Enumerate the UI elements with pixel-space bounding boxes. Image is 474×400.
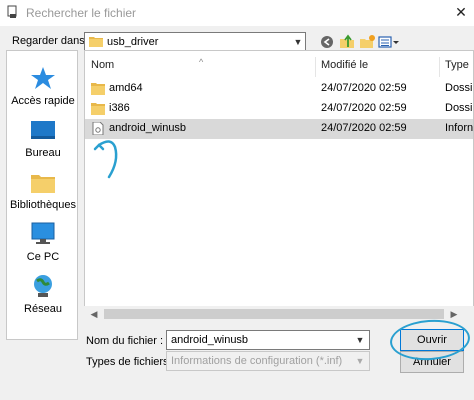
file-name: amd64 — [109, 82, 143, 94]
close-icon[interactable]: ✕ — [452, 3, 470, 21]
view-menu-icon[interactable] — [377, 32, 401, 52]
place-label: Bureau — [25, 147, 61, 159]
place-label: Bibliothèques — [9, 199, 77, 211]
table-row-selected[interactable]: android_winusb 24/07/2020 02:59 Inforn — [85, 119, 474, 139]
file-modified: 24/07/2020 02:59 — [321, 122, 407, 134]
up-folder-icon[interactable] — [338, 32, 356, 52]
column-header-label: Nom — [91, 59, 115, 71]
look-in-label: Regarder dans : — [12, 35, 91, 47]
file-name-label: Nom du fichier : — [86, 335, 164, 347]
look-in-value: usb_driver — [107, 36, 159, 48]
hand-drawn-arrow-annotation — [93, 140, 118, 179]
file-type: Inforn — [445, 122, 474, 134]
table-row[interactable]: i386 24/07/2020 02:59 Dossi — [85, 99, 473, 119]
column-separator[interactable] — [439, 57, 440, 77]
places-bar: Accès rapide Bureau Bibliothèques Ce PC … — [6, 50, 78, 340]
place-libraries[interactable]: Bibliothèques — [7, 167, 79, 219]
horizontal-scrollbar[interactable]: ◀ ▶ — [84, 306, 474, 322]
look-in-dropdown[interactable]: usb_driver ▼ — [84, 32, 306, 52]
place-network[interactable]: Réseau — [7, 271, 79, 323]
place-this-pc[interactable]: Ce PC — [7, 219, 79, 271]
column-header-modified[interactable]: Modifié le — [321, 59, 431, 77]
new-folder-icon[interactable] — [358, 32, 376, 52]
file-list: Nom ^ Modifié le Type amd64 24/07/2020 0… — [84, 50, 474, 322]
column-header-type[interactable]: Type — [445, 59, 473, 77]
folder-icon — [91, 83, 105, 95]
place-label: Réseau — [24, 303, 62, 315]
chevron-down-icon[interactable]: ▼ — [353, 332, 367, 348]
file-name: android_winusb — [109, 122, 187, 134]
scrollbar-thumb[interactable] — [104, 309, 444, 319]
file-name-value: android_winusb — [171, 334, 249, 346]
file-type-dropdown[interactable]: Informations de configuration (*.inf) ▼ — [166, 351, 370, 371]
config-file-icon — [92, 122, 104, 135]
file-name-input[interactable]: android_winusb ▼ — [166, 330, 370, 350]
column-separator[interactable] — [315, 57, 316, 77]
file-name: i386 — [109, 102, 130, 114]
computer-icon — [31, 222, 55, 244]
back-icon[interactable] — [318, 32, 336, 52]
title-bar: Rechercher le fichier ✕ — [0, 0, 474, 26]
folder-icon — [89, 37, 103, 47]
chevron-down-icon[interactable]: ▼ — [353, 353, 367, 369]
place-quick-access[interactable]: Accès rapide — [7, 63, 79, 115]
column-header-label: Modifié le — [321, 59, 369, 71]
network-icon — [34, 275, 52, 297]
place-desktop[interactable]: Bureau — [7, 115, 79, 167]
window-title: Rechercher le fichier — [26, 6, 137, 20]
sort-ascending-icon: ^ — [199, 57, 204, 67]
column-header-name[interactable]: Nom ^ — [91, 57, 291, 77]
scroll-left-icon[interactable]: ◀ — [88, 308, 100, 320]
app-icon — [7, 5, 17, 18]
column-header-label: Type — [445, 59, 469, 71]
folder-icon — [91, 103, 105, 115]
place-label: Ce PC — [26, 251, 60, 263]
desktop-icon — [31, 121, 55, 139]
place-label: Accès rapide — [11, 95, 75, 107]
file-type: Dossi — [445, 102, 473, 114]
file-modified: 24/07/2020 02:59 — [321, 102, 407, 114]
file-type-label: Types de fichiers : — [86, 356, 175, 368]
scroll-right-icon[interactable]: ▶ — [448, 308, 460, 320]
file-modified: 24/07/2020 02:59 — [321, 82, 407, 94]
library-icon — [31, 175, 55, 193]
file-type: Dossi — [445, 82, 473, 94]
chevron-down-icon[interactable]: ▼ — [291, 34, 305, 50]
table-row[interactable]: amd64 24/07/2020 02:59 Dossi — [85, 79, 473, 99]
star-icon — [31, 67, 55, 89]
file-type-value: Informations de configuration (*.inf) — [171, 355, 343, 367]
